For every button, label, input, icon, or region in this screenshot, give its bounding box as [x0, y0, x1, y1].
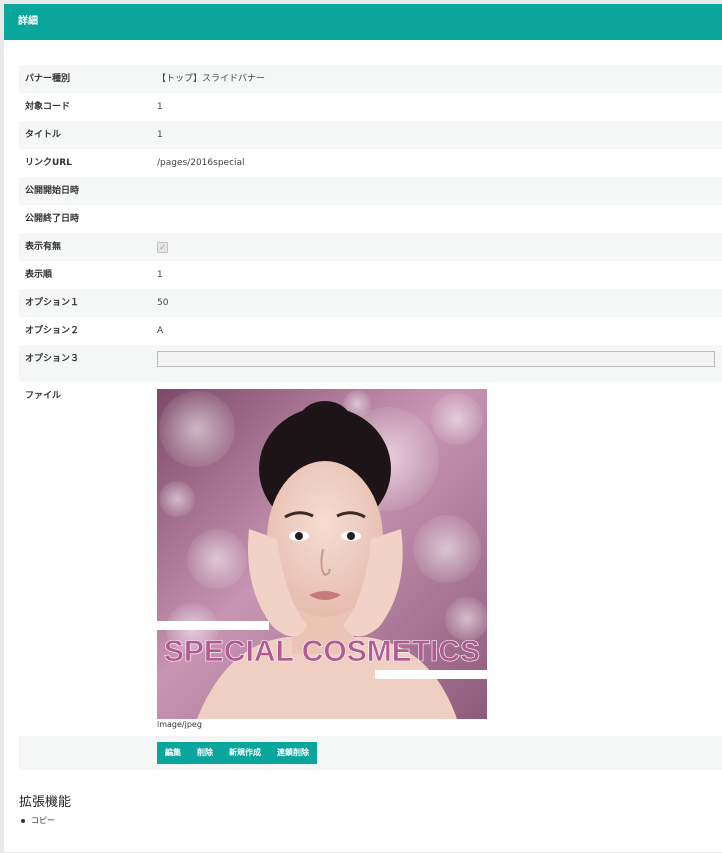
row-actions: 編集 削除 新規作成 連鎖削除 [19, 736, 722, 770]
row-visible: 表示有無 ✓ [19, 233, 722, 261]
row-target-code: 対象コード 1 [19, 93, 722, 121]
row-label: 表示順 [25, 270, 53, 280]
create-button[interactable]: 新規作成 [221, 742, 269, 764]
row-label: タイトル [25, 130, 62, 140]
action-button-group: 編集 削除 新規作成 連鎖削除 [157, 742, 317, 764]
row-label: 表示有無 [25, 242, 62, 252]
row-option-2: オプション２ A [19, 317, 722, 345]
row-label: ファイル [25, 391, 62, 401]
delete-button[interactable]: 削除 [189, 742, 221, 764]
extension-copy-link[interactable]: コピー [31, 816, 55, 825]
row-option-1: オプション１ 50 [19, 289, 722, 317]
file-mime-type: image/jpeg [157, 720, 202, 729]
row-display-order: 表示順 1 [19, 261, 722, 289]
row-option-3: オプション３ [19, 345, 722, 382]
extensions-title: 拡張機能 [19, 795, 72, 810]
row-publish-end: 公開終了日時 [19, 205, 722, 233]
detail-table: バナー種別 【トップ】スライドバナー 対象コード 1 タイトル 1 リンクURL… [19, 65, 722, 770]
row-banner-type: バナー種別 【トップ】スライドバナー [19, 65, 722, 93]
row-value: /pages/2016special [157, 158, 245, 168]
row-publish-start: 公開開始日時 [19, 177, 722, 205]
row-link-url: リンクURL /pages/2016special [19, 149, 722, 177]
row-value: 50 [157, 298, 169, 308]
visible-checkbox: ✓ [157, 242, 168, 253]
row-label: バナー種別 [25, 74, 71, 84]
row-label: オプション３ [25, 354, 80, 364]
chain-delete-button[interactable]: 連鎖削除 [269, 742, 317, 764]
row-label: オプション１ [25, 298, 80, 308]
row-label: 対象コード [25, 102, 71, 112]
row-label: 公開開始日時 [25, 186, 80, 196]
detail-panel: 詳細 バナー種別 【トップ】スライドバナー 対象コード 1 タイトル 1 リンク… [4, 4, 722, 852]
row-label: 公開終了日時 [25, 214, 80, 224]
edit-button[interactable]: 編集 [157, 742, 189, 764]
row-value: A [157, 326, 164, 336]
option-3-field[interactable] [157, 351, 715, 367]
row-value: 【トップ】スライドバナー [157, 74, 266, 84]
row-title: タイトル 1 [19, 121, 722, 149]
row-label: リンクURL [25, 158, 72, 168]
row-label: オプション２ [25, 326, 80, 336]
row-value: 1 [157, 102, 163, 112]
banner-text: SPECIAL COSMETICS [164, 635, 480, 668]
row-file: ファイル SPECIAL COSMETICS image/jpeg [19, 382, 722, 736]
panel-header: 詳細 [4, 4, 722, 40]
banner-image: SPECIAL COSMETICS [157, 389, 487, 719]
row-value: 1 [157, 270, 163, 280]
row-value: 1 [157, 130, 163, 140]
bullet-icon [21, 818, 25, 823]
extensions-list: コピー [19, 815, 55, 826]
